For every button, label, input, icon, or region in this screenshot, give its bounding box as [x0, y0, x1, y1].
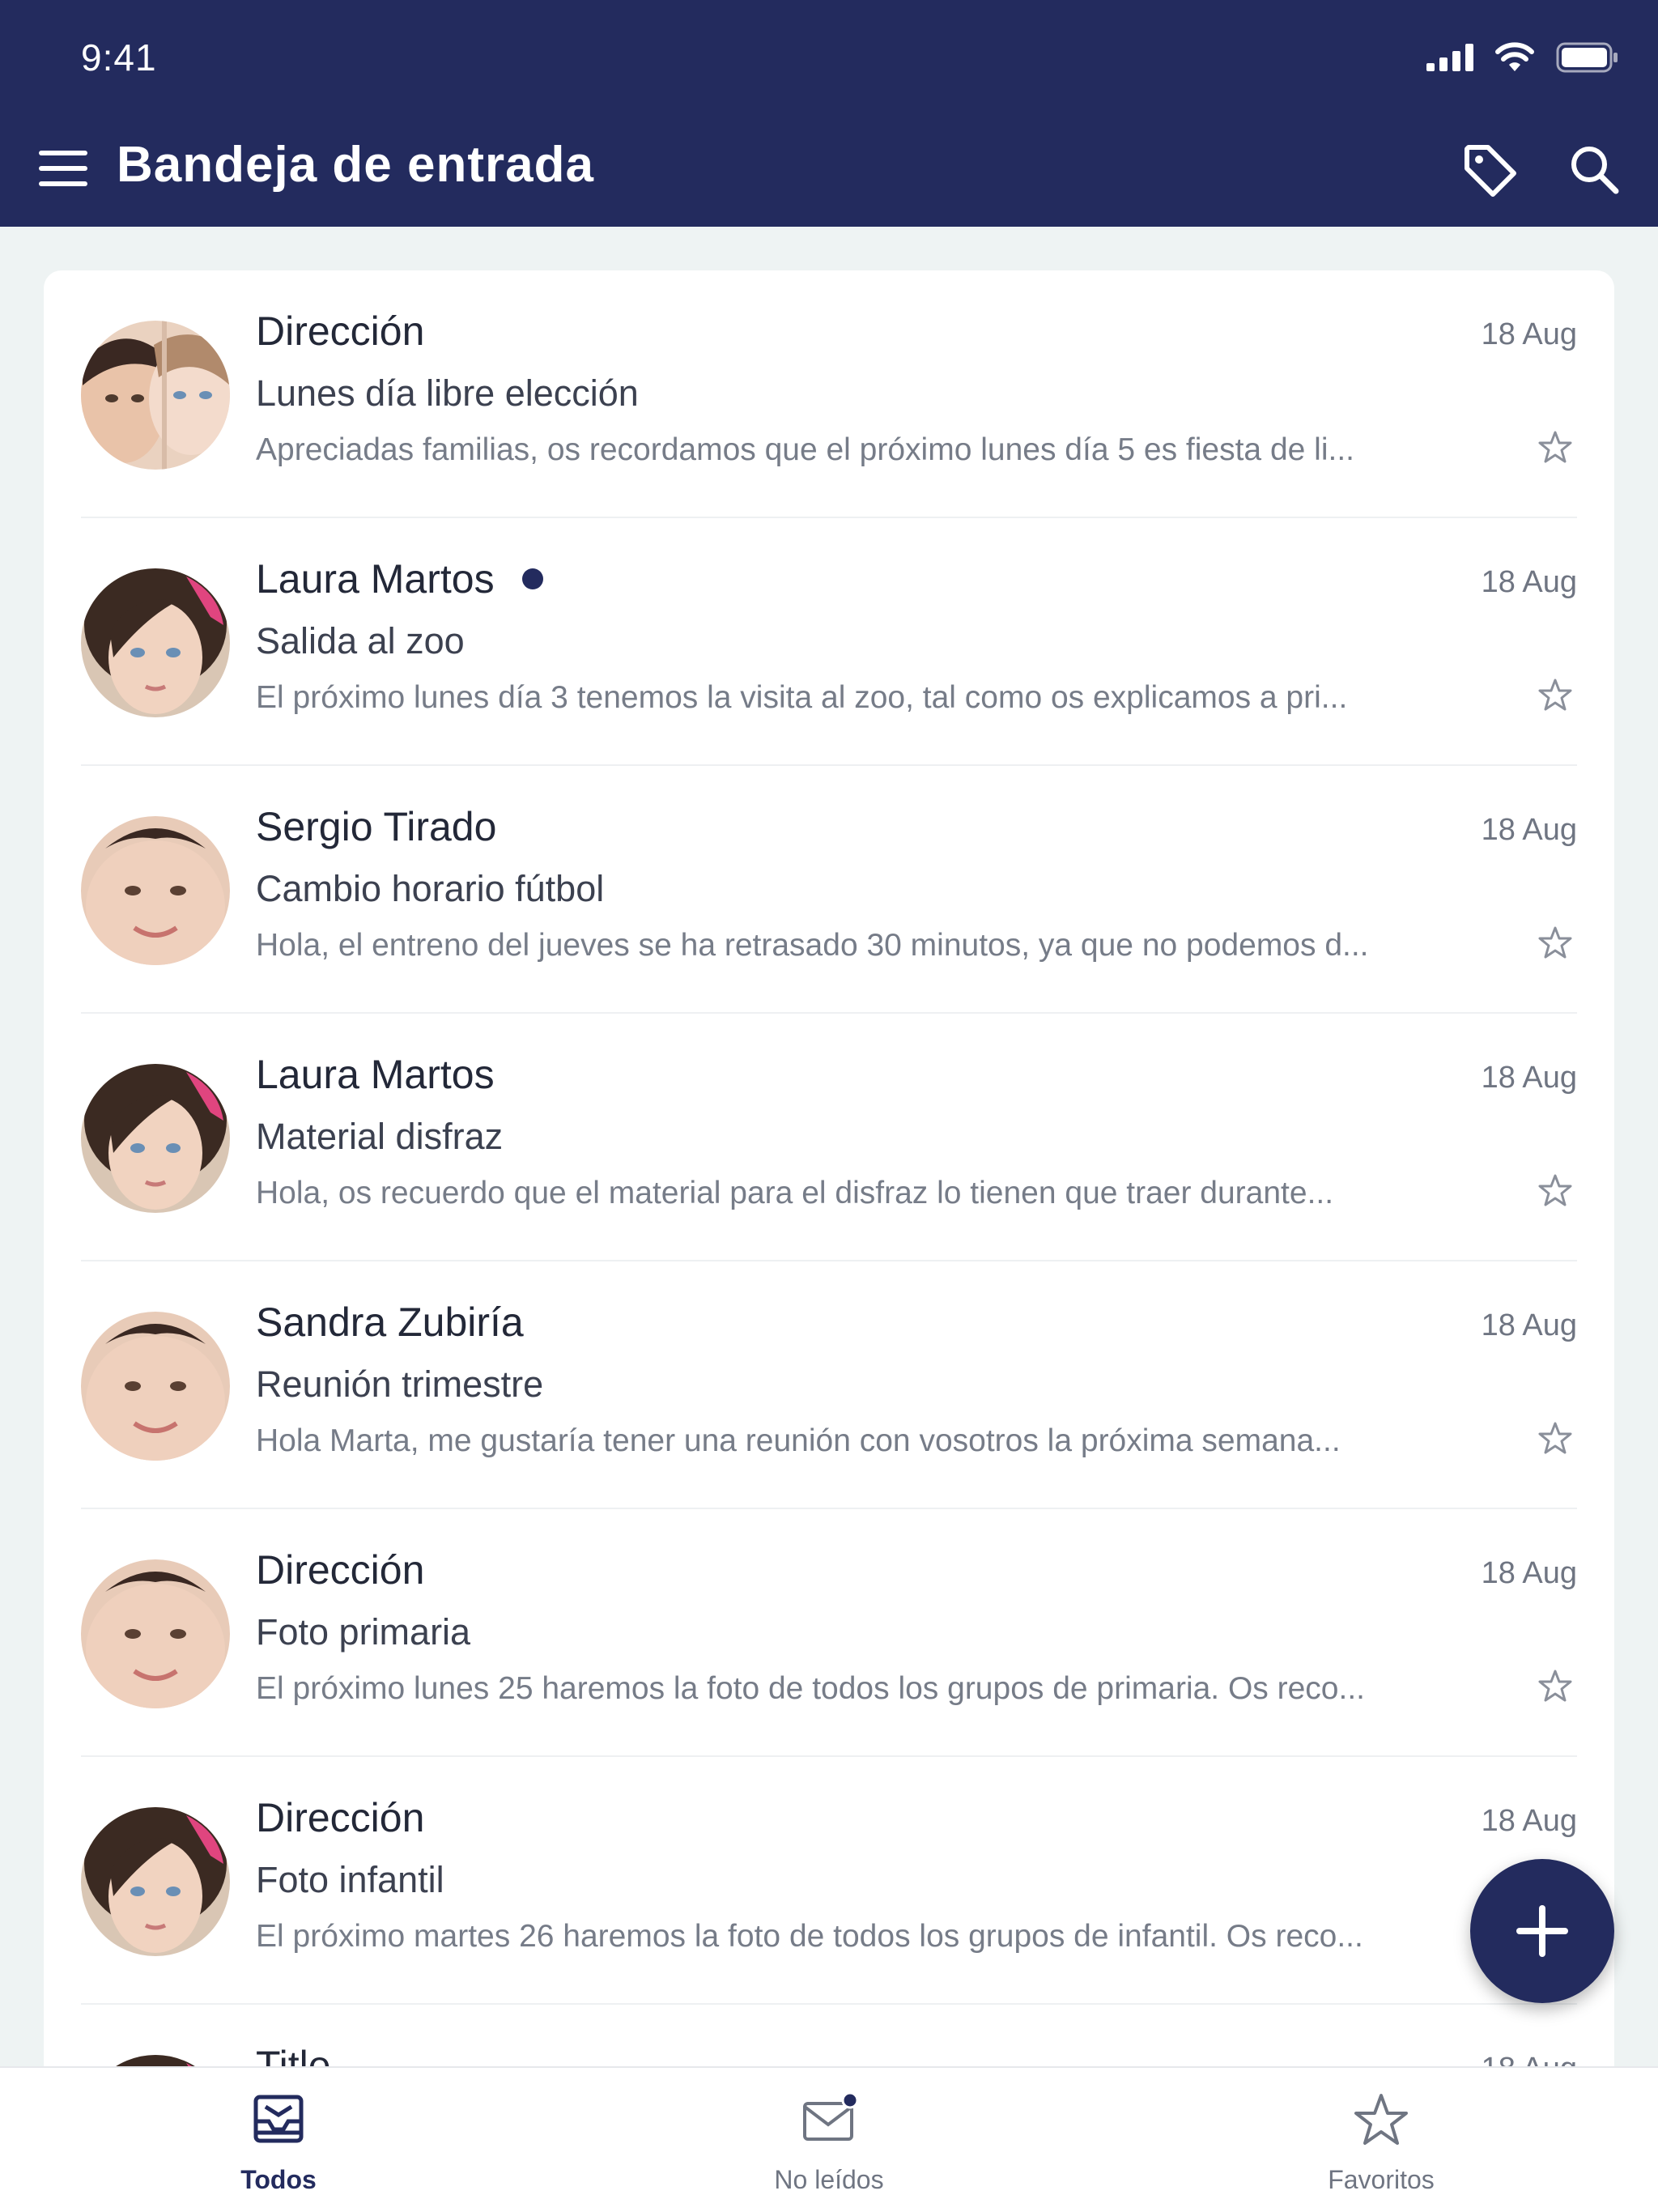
avatar — [81, 1559, 230, 1708]
tab-no-leidos-label: No leídos — [774, 2165, 884, 2194]
message-subject: Foto infantil — [256, 1859, 444, 1900]
message-subject: Cambio horario fútbol — [256, 868, 605, 909]
message-row[interactable]: Dirección Lunes día libre elección Aprecia… — [44, 270, 1614, 518]
tab-todos-label: Todos — [240, 2165, 317, 2194]
avatar — [81, 1312, 230, 1461]
message-date: 18 Aug — [1481, 1804, 1577, 1838]
message-sender: Laura Martos — [256, 1051, 495, 1098]
message-row[interactable]: Dirección Foto infantil El próximo martes … — [44, 1757, 1614, 2005]
avatar — [81, 816, 230, 965]
status-time: 9:41 — [81, 36, 157, 79]
avatar — [81, 568, 230, 717]
message-sender: Dirección — [256, 1546, 424, 1593]
message-subject: Foto primaria — [256, 1611, 471, 1653]
message-subject: Material disfraz — [256, 1116, 504, 1157]
message-sender: Dirección — [256, 308, 424, 355]
message-row[interactable]: Laura Martos Material disfraz Hola, os rec… — [44, 1014, 1614, 1261]
wifi-icon — [1495, 42, 1534, 71]
message-subject: Reunión trimestre — [256, 1363, 544, 1405]
message-subject: Lunes día libre elección — [256, 372, 639, 414]
message-sender: Dirección — [256, 1794, 424, 1841]
tab-favoritos-label: Favoritos — [1328, 2165, 1435, 2194]
favorite-star-icon[interactable] — [1537, 925, 1574, 962]
bottom-nav: Todos No leídos Favoritos — [0, 2066, 1658, 2212]
favorite-star-icon[interactable] — [1537, 429, 1574, 466]
inbox-icon — [253, 2095, 304, 2143]
message-preview: Apreciadas familias, os recordamos que e… — [256, 432, 1355, 467]
message-date: 18 Aug — [1481, 1061, 1577, 1095]
sender-name: Dirección — [256, 1547, 425, 1593]
search-icon[interactable] — [1562, 138, 1627, 202]
message-sender: Sandra Zubiría — [256, 1299, 524, 1346]
message-preview: Hola Marta, me gustaría tener una reunió… — [256, 1423, 1341, 1458]
page-title: Bandeja de entrada — [117, 137, 594, 193]
message-row[interactable]: Dirección Foto primaria El próximo lunes 2… — [44, 1509, 1614, 1757]
message-sender: Sergio Tirado — [256, 803, 496, 850]
message-row[interactable]: Sandra Zubiría Reunión trimestre Hola Mart… — [44, 1261, 1614, 1509]
favorite-star-icon[interactable] — [1537, 1420, 1574, 1457]
message-row[interactable]: Sergio Tirado Cambio horario fútbol Hola, … — [44, 766, 1614, 1014]
unread-mail-icon — [803, 2091, 859, 2141]
compose-button[interactable] — [1470, 1859, 1614, 2003]
message-preview: Hola, os recuerdo que el material para e… — [256, 1176, 1334, 1210]
message-preview: El próximo martes 26 haremos la foto de … — [256, 1919, 1363, 1954]
title-row: Bandeja de entrada — [0, 130, 1658, 202]
app-bar: 9:41 Bandeja de entrada — [0, 0, 1658, 227]
favorite-star-icon[interactable] — [1537, 1668, 1574, 1705]
message-row[interactable]: Laura Martos Salida al zoo El próximo lune… — [44, 518, 1614, 766]
battery-icon — [1556, 42, 1618, 73]
tab-todos[interactable]: Todos — [157, 2068, 400, 2212]
favorite-star-icon[interactable] — [1537, 677, 1574, 714]
unread-dot — [521, 568, 543, 589]
signal-icon — [1426, 44, 1473, 71]
message-date: 18 Aug — [1481, 813, 1577, 847]
star-icon — [1354, 2094, 1408, 2145]
sender-name: Sergio Tirado — [256, 804, 497, 849]
message-date: 18 Aug — [1481, 1556, 1577, 1590]
sender-name: Laura Martos — [256, 556, 495, 602]
sender-name: Sandra Zubiría — [256, 1300, 524, 1345]
sender-name: Dirección — [256, 308, 425, 354]
avatar — [81, 1807, 230, 1956]
message-date: 18 Aug — [1481, 565, 1577, 599]
menu-button[interactable] — [39, 151, 89, 186]
status-icons — [1426, 42, 1619, 73]
avatar — [81, 1064, 230, 1213]
message-preview: El próximo lunes 25 haremos la foto de t… — [256, 1671, 1366, 1706]
message-sender: Laura Martos — [256, 555, 543, 602]
favorite-star-icon[interactable] — [1537, 1172, 1574, 1210]
sender-name: Laura Martos — [256, 1052, 495, 1097]
tab-no-leidos[interactable]: No leídos — [708, 2068, 950, 2212]
sender-name: Dirección — [256, 1795, 425, 1840]
message-list: Dirección Lunes día libre elección Aprecia… — [44, 270, 1614, 2212]
tag-icon[interactable] — [1457, 138, 1522, 202]
message-preview: Hola, el entreno del jueves se ha retras… — [256, 928, 1369, 963]
message-subject: Salida al zoo — [256, 620, 465, 661]
message-date: 18 Aug — [1481, 317, 1577, 351]
message-date: 18 Aug — [1481, 1308, 1577, 1342]
message-preview: El próximo lunes día 3 tenemos la visita… — [256, 680, 1348, 715]
avatar — [81, 321, 230, 470]
tab-favoritos[interactable]: Favoritos — [1260, 2068, 1503, 2212]
